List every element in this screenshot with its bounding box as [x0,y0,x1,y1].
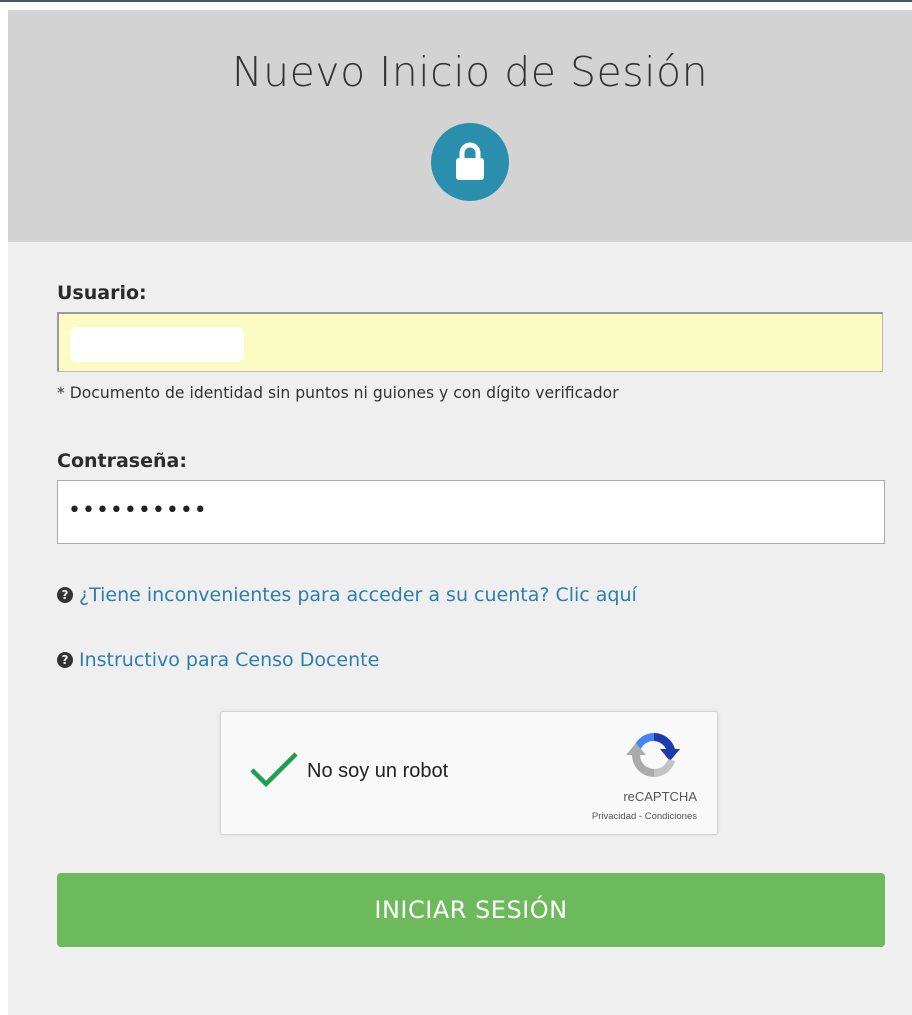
census-guide-link[interactable]: ? Instructivo para Censo Docente [57,649,379,671]
username-autofill-value [70,327,244,362]
checkmark-icon[interactable] [249,750,299,790]
page-title: Nuevo Inicio de Sesión [231,48,709,96]
lock-icon [431,123,509,201]
recaptcha-brand: reCAPTCHA [623,789,697,804]
recaptcha-logo-icon [626,733,680,777]
password-label: Contraseña: [57,450,187,472]
recaptcha-label: No soy un robot [307,760,449,782]
username-hint: * Documento de identidad sin puntos ni g… [57,384,619,402]
question-circle-icon: ? [57,587,73,603]
password-input[interactable]: •••••••••• [57,480,885,544]
username-input[interactable] [57,312,883,372]
login-button[interactable]: INICIAR SESIÓN [57,873,885,947]
username-label: Usuario: [57,282,147,304]
access-help-link[interactable]: ? ¿Tiene inconvenientes para acceder a s… [57,584,637,606]
recaptcha-privacy-terms-links[interactable]: Privacidad - Condiciones [592,811,697,822]
login-header: Nuevo Inicio de Sesión [8,10,912,242]
census-guide-text: Instructivo para Censo Docente [79,649,380,671]
question-circle-icon: ? [57,652,73,668]
recaptcha-widget: No soy un robot reCAPTCHA Privacidad - C… [220,711,718,835]
password-masked-value: •••••••••• [68,498,208,523]
login-panel: Nuevo Inicio de Sesión Usuario: * Docume… [8,10,912,1015]
top-border [0,0,912,2]
access-help-text: ¿Tiene inconvenientes para acceder a su … [79,584,637,606]
